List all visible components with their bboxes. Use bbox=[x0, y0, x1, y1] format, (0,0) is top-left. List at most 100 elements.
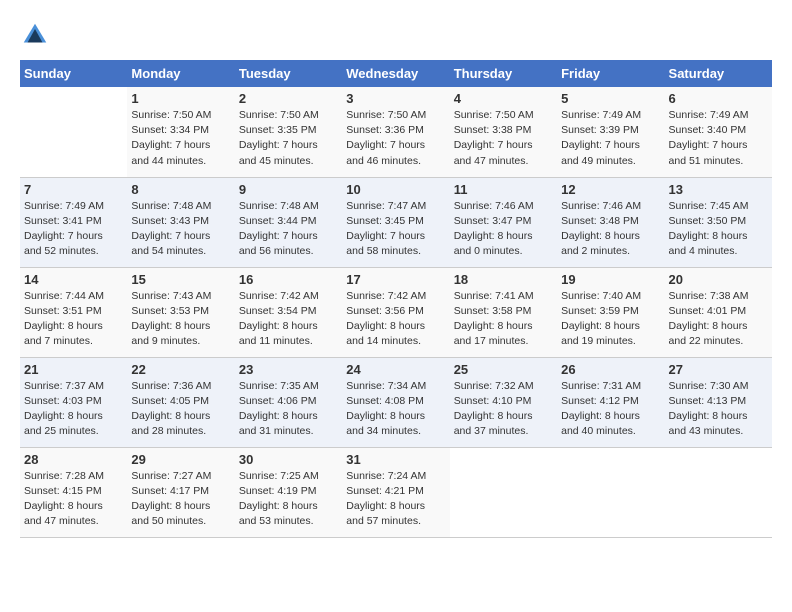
calendar-cell: 5 Sunrise: 7:49 AM Sunset: 3:39 PM Daylig… bbox=[557, 87, 664, 177]
day-number: 4 bbox=[454, 91, 553, 106]
calendar-cell: 2Sunrise: 7:50 AM Sunset: 3:35 PM Daylig… bbox=[235, 87, 342, 177]
calendar-cell: 16 Sunrise: 7:42 AM Sunset: 3:54 PM Dayli… bbox=[235, 267, 342, 357]
day-number: 6 bbox=[669, 91, 768, 106]
calendar-cell bbox=[450, 447, 557, 537]
day-number: 22 bbox=[131, 362, 230, 377]
calendar-cell: 3Sunrise: 7:50 AM Sunset: 3:36 PM Daylig… bbox=[342, 87, 449, 177]
calendar-cell: 8 Sunrise: 7:48 AM Sunset: 3:43 PM Daylig… bbox=[127, 177, 234, 267]
header-wednesday: Wednesday bbox=[342, 60, 449, 87]
day-number: 28 bbox=[24, 452, 123, 467]
calendar-header-row: SundayMondayTuesdayWednesdayThursdayFrid… bbox=[20, 60, 772, 87]
day-number: 13 bbox=[669, 182, 768, 197]
calendar-week-row: 7 Sunrise: 7:49 AM Sunset: 3:41 PM Daylig… bbox=[20, 177, 772, 267]
calendar-cell: 9 Sunrise: 7:48 AM Sunset: 3:44 PM Daylig… bbox=[235, 177, 342, 267]
calendar-week-row: 21Sunrise: 7:37 AM Sunset: 4:03 PM Dayli… bbox=[20, 357, 772, 447]
day-info: Sunrise: 7:43 AM Sunset: 3:53 PM Dayligh… bbox=[131, 289, 230, 350]
day-number: 31 bbox=[346, 452, 445, 467]
day-number: 23 bbox=[239, 362, 338, 377]
day-number: 20 bbox=[669, 272, 768, 287]
day-number: 24 bbox=[346, 362, 445, 377]
calendar-cell: 19 Sunrise: 7:40 AM Sunset: 3:59 PM Dayli… bbox=[557, 267, 664, 357]
calendar-cell: 28 Sunrise: 7:28 AM Sunset: 4:15 PM Dayli… bbox=[20, 447, 127, 537]
day-number: 5 bbox=[561, 91, 660, 106]
day-number: 8 bbox=[131, 182, 230, 197]
day-number: 30 bbox=[239, 452, 338, 467]
calendar-cell: 13 Sunrise: 7:45 AM Sunset: 3:50 PM Dayli… bbox=[665, 177, 772, 267]
day-number: 16 bbox=[239, 272, 338, 287]
calendar-cell: 29 Sunrise: 7:27 AM Sunset: 4:17 PM Dayli… bbox=[127, 447, 234, 537]
calendar-cell: 20 Sunrise: 7:38 AM Sunset: 4:01 PM Dayli… bbox=[665, 267, 772, 357]
day-info: Sunrise: 7:46 AM Sunset: 3:47 PM Dayligh… bbox=[454, 199, 553, 260]
day-info: Sunrise: 7:45 AM Sunset: 3:50 PM Dayligh… bbox=[669, 199, 768, 260]
day-info: Sunrise: 7:50 AM Sunset: 3:34 PM Dayligh… bbox=[131, 108, 230, 169]
calendar-cell bbox=[665, 447, 772, 537]
calendar-cell: 15 Sunrise: 7:43 AM Sunset: 3:53 PM Dayli… bbox=[127, 267, 234, 357]
day-number: 21 bbox=[24, 362, 123, 377]
day-info: Sunrise: 7:50 AM Sunset: 3:36 PM Dayligh… bbox=[346, 108, 445, 169]
day-number: 29 bbox=[131, 452, 230, 467]
calendar-cell: 18 Sunrise: 7:41 AM Sunset: 3:58 PM Dayli… bbox=[450, 267, 557, 357]
calendar-cell bbox=[20, 87, 127, 177]
day-info: Sunrise: 7:42 AM Sunset: 3:56 PM Dayligh… bbox=[346, 289, 445, 350]
day-number: 12 bbox=[561, 182, 660, 197]
day-info: Sunrise: 7:49 AM Sunset: 3:39 PM Dayligh… bbox=[561, 108, 660, 169]
calendar-cell: 27Sunrise: 7:30 AM Sunset: 4:13 PM Dayli… bbox=[665, 357, 772, 447]
page-header bbox=[20, 20, 772, 50]
calendar-table: SundayMondayTuesdayWednesdayThursdayFrid… bbox=[20, 60, 772, 538]
day-info: Sunrise: 7:24 AM Sunset: 4:21 PM Dayligh… bbox=[346, 469, 445, 530]
calendar-cell: 10 Sunrise: 7:47 AM Sunset: 3:45 PM Dayli… bbox=[342, 177, 449, 267]
calendar-cell: 31 Sunrise: 7:24 AM Sunset: 4:21 PM Dayli… bbox=[342, 447, 449, 537]
day-number: 2 bbox=[239, 91, 338, 106]
calendar-cell: 25Sunrise: 7:32 AM Sunset: 4:10 PM Dayli… bbox=[450, 357, 557, 447]
calendar-cell: 11Sunrise: 7:46 AM Sunset: 3:47 PM Dayli… bbox=[450, 177, 557, 267]
calendar-cell: 23 Sunrise: 7:35 AM Sunset: 4:06 PM Dayli… bbox=[235, 357, 342, 447]
day-number: 1 bbox=[131, 91, 230, 106]
day-info: Sunrise: 7:46 AM Sunset: 3:48 PM Dayligh… bbox=[561, 199, 660, 260]
day-info: Sunrise: 7:40 AM Sunset: 3:59 PM Dayligh… bbox=[561, 289, 660, 350]
calendar-cell: 26 Sunrise: 7:31 AM Sunset: 4:12 PM Dayli… bbox=[557, 357, 664, 447]
day-number: 10 bbox=[346, 182, 445, 197]
day-info: Sunrise: 7:48 AM Sunset: 3:43 PM Dayligh… bbox=[131, 199, 230, 260]
day-info: Sunrise: 7:31 AM Sunset: 4:12 PM Dayligh… bbox=[561, 379, 660, 440]
calendar-cell: 6 Sunrise: 7:49 AM Sunset: 3:40 PM Daylig… bbox=[665, 87, 772, 177]
day-number: 27 bbox=[669, 362, 768, 377]
calendar-cell: 17 Sunrise: 7:42 AM Sunset: 3:56 PM Dayli… bbox=[342, 267, 449, 357]
day-number: 9 bbox=[239, 182, 338, 197]
calendar-week-row: 14Sunrise: 7:44 AM Sunset: 3:51 PM Dayli… bbox=[20, 267, 772, 357]
day-info: Sunrise: 7:32 AM Sunset: 4:10 PM Dayligh… bbox=[454, 379, 553, 440]
day-number: 18 bbox=[454, 272, 553, 287]
day-number: 26 bbox=[561, 362, 660, 377]
day-info: Sunrise: 7:48 AM Sunset: 3:44 PM Dayligh… bbox=[239, 199, 338, 260]
day-number: 19 bbox=[561, 272, 660, 287]
header-monday: Monday bbox=[127, 60, 234, 87]
calendar-cell: 4 Sunrise: 7:50 AM Sunset: 3:38 PM Daylig… bbox=[450, 87, 557, 177]
header-thursday: Thursday bbox=[450, 60, 557, 87]
calendar-week-row: 28 Sunrise: 7:28 AM Sunset: 4:15 PM Dayli… bbox=[20, 447, 772, 537]
day-info: Sunrise: 7:49 AM Sunset: 3:40 PM Dayligh… bbox=[669, 108, 768, 169]
calendar-cell: 21Sunrise: 7:37 AM Sunset: 4:03 PM Dayli… bbox=[20, 357, 127, 447]
day-number: 17 bbox=[346, 272, 445, 287]
day-info: Sunrise: 7:27 AM Sunset: 4:17 PM Dayligh… bbox=[131, 469, 230, 530]
day-number: 7 bbox=[24, 182, 123, 197]
day-info: Sunrise: 7:36 AM Sunset: 4:05 PM Dayligh… bbox=[131, 379, 230, 440]
day-info: Sunrise: 7:44 AM Sunset: 3:51 PM Dayligh… bbox=[24, 289, 123, 350]
day-info: Sunrise: 7:38 AM Sunset: 4:01 PM Dayligh… bbox=[669, 289, 768, 350]
day-number: 15 bbox=[131, 272, 230, 287]
header-friday: Friday bbox=[557, 60, 664, 87]
day-info: Sunrise: 7:35 AM Sunset: 4:06 PM Dayligh… bbox=[239, 379, 338, 440]
day-info: Sunrise: 7:50 AM Sunset: 3:38 PM Dayligh… bbox=[454, 108, 553, 169]
calendar-cell: 30 Sunrise: 7:25 AM Sunset: 4:19 PM Dayli… bbox=[235, 447, 342, 537]
calendar-cell bbox=[557, 447, 664, 537]
calendar-cell: 12 Sunrise: 7:46 AM Sunset: 3:48 PM Dayli… bbox=[557, 177, 664, 267]
header-saturday: Saturday bbox=[665, 60, 772, 87]
day-info: Sunrise: 7:49 AM Sunset: 3:41 PM Dayligh… bbox=[24, 199, 123, 260]
calendar-week-row: 1 Sunrise: 7:50 AM Sunset: 3:34 PM Daylig… bbox=[20, 87, 772, 177]
day-info: Sunrise: 7:41 AM Sunset: 3:58 PM Dayligh… bbox=[454, 289, 553, 350]
calendar-cell: 7 Sunrise: 7:49 AM Sunset: 3:41 PM Daylig… bbox=[20, 177, 127, 267]
day-info: Sunrise: 7:47 AM Sunset: 3:45 PM Dayligh… bbox=[346, 199, 445, 260]
day-info: Sunrise: 7:42 AM Sunset: 3:54 PM Dayligh… bbox=[239, 289, 338, 350]
calendar-cell: 1 Sunrise: 7:50 AM Sunset: 3:34 PM Daylig… bbox=[127, 87, 234, 177]
day-info: Sunrise: 7:28 AM Sunset: 4:15 PM Dayligh… bbox=[24, 469, 123, 530]
day-info: Sunrise: 7:25 AM Sunset: 4:19 PM Dayligh… bbox=[239, 469, 338, 530]
logo-icon bbox=[20, 20, 50, 50]
